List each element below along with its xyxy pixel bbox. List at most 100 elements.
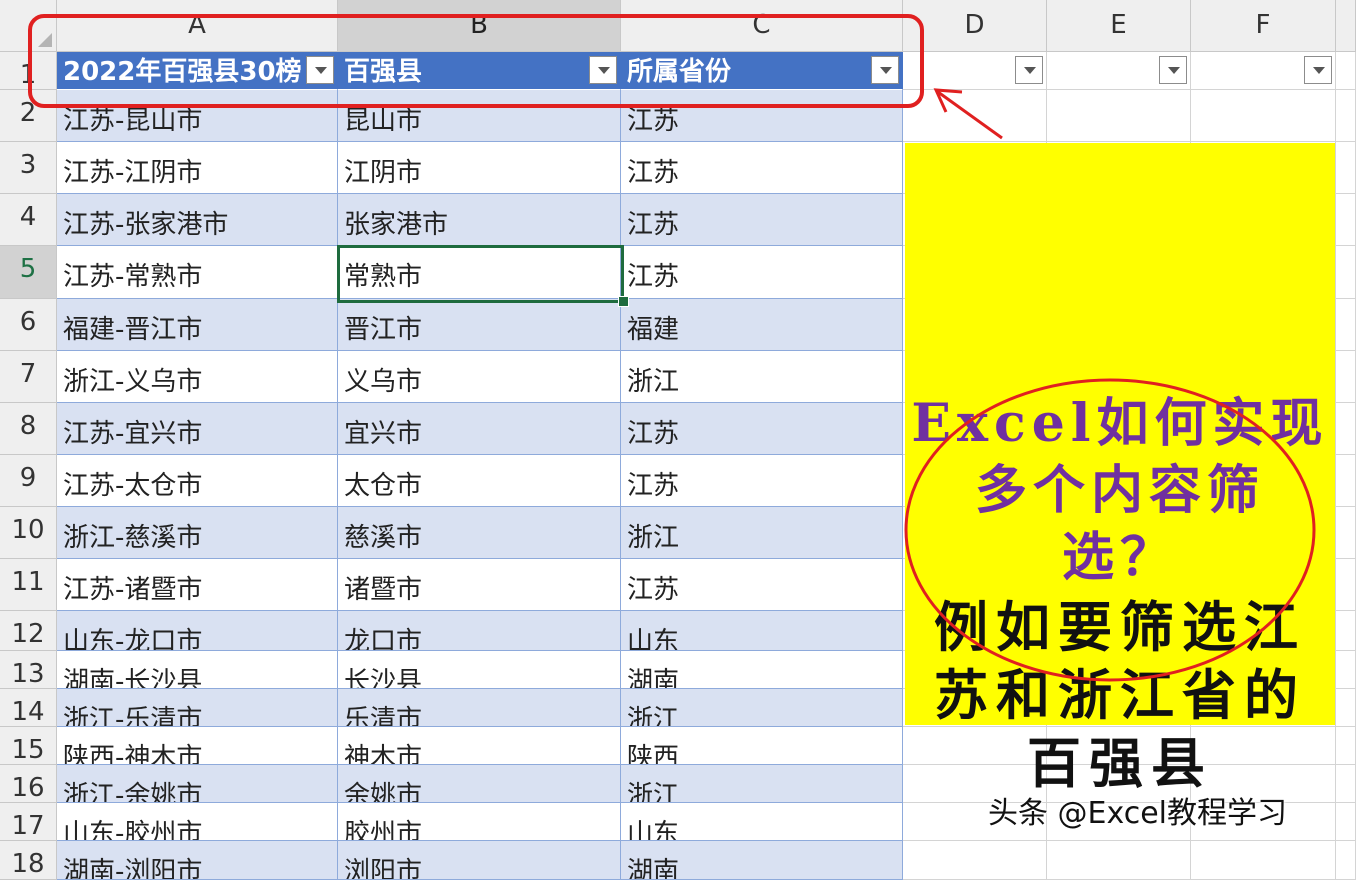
- column-header-a[interactable]: A: [57, 0, 338, 52]
- row-header[interactable]: 7: [0, 351, 57, 403]
- table-cell[interactable]: 湖南: [621, 651, 903, 689]
- row-header[interactable]: 6: [0, 299, 57, 351]
- row-header[interactable]: 4: [0, 194, 57, 246]
- empty-cell[interactable]: [1336, 142, 1356, 194]
- table-cell[interactable]: 山东-龙口市: [57, 611, 338, 651]
- table-cell[interactable]: 江苏-宜兴市: [57, 403, 338, 455]
- empty-cell[interactable]: [1047, 841, 1191, 880]
- table-cell[interactable]: 湖南-浏阳市: [57, 841, 338, 880]
- row-header[interactable]: 13: [0, 651, 57, 689]
- table-cell[interactable]: 浙江: [621, 507, 903, 559]
- table-header-cell[interactable]: 2022年百强县30榜: [57, 52, 338, 90]
- empty-cell[interactable]: [1336, 651, 1356, 689]
- empty-cell[interactable]: [1336, 841, 1356, 880]
- empty-header-cell[interactable]: [903, 52, 1047, 90]
- table-cell[interactable]: 江苏-常熟市: [57, 246, 338, 299]
- empty-cell[interactable]: [1336, 507, 1356, 559]
- table-cell[interactable]: 湖南-长沙县: [57, 651, 338, 689]
- table-cell[interactable]: 江苏-张家港市: [57, 194, 338, 246]
- fill-handle[interactable]: [618, 296, 629, 307]
- row-header[interactable]: 18: [0, 841, 57, 880]
- table-cell[interactable]: 晋江市: [338, 299, 621, 351]
- empty-cell[interactable]: [1336, 765, 1356, 803]
- empty-cell[interactable]: [1336, 403, 1356, 455]
- table-cell[interactable]: 龙口市: [338, 611, 621, 651]
- filter-dropdown-button[interactable]: [306, 56, 334, 84]
- empty-cell[interactable]: [1336, 52, 1356, 90]
- empty-cell[interactable]: [1336, 351, 1356, 403]
- table-cell[interactable]: 江阴市: [338, 142, 621, 194]
- table-cell[interactable]: 江苏: [621, 194, 903, 246]
- table-cell[interactable]: 江苏: [621, 455, 903, 507]
- table-cell[interactable]: 江苏-诸暨市: [57, 559, 338, 611]
- filter-dropdown-button[interactable]: [1304, 56, 1332, 84]
- empty-cell[interactable]: [903, 841, 1047, 880]
- filter-dropdown-button[interactable]: [871, 56, 899, 84]
- row-header[interactable]: 12: [0, 611, 57, 651]
- empty-cell[interactable]: [1336, 246, 1356, 299]
- empty-cell[interactable]: [1336, 299, 1356, 351]
- row-header[interactable]: 10: [0, 507, 57, 559]
- row-header[interactable]: 2: [0, 90, 57, 142]
- table-cell[interactable]: 江苏: [621, 403, 903, 455]
- column-header-c[interactable]: C: [621, 0, 903, 52]
- table-cell[interactable]: 江苏-太仓市: [57, 455, 338, 507]
- row-header[interactable]: 17: [0, 803, 57, 841]
- table-cell[interactable]: 福建-晋江市: [57, 299, 338, 351]
- table-cell[interactable]: 义乌市: [338, 351, 621, 403]
- empty-cell[interactable]: [1336, 803, 1356, 841]
- table-cell[interactable]: 诸暨市: [338, 559, 621, 611]
- filter-dropdown-button[interactable]: [589, 56, 617, 84]
- row-header[interactable]: 5: [0, 246, 57, 299]
- table-cell[interactable]: 江苏: [621, 559, 903, 611]
- empty-cell[interactable]: [1191, 90, 1336, 142]
- filter-dropdown-button[interactable]: [1015, 56, 1043, 84]
- table-cell[interactable]: 浏阳市: [338, 841, 621, 880]
- column-header-f[interactable]: F: [1191, 0, 1336, 52]
- row-header[interactable]: 3: [0, 142, 57, 194]
- empty-cell[interactable]: [1047, 90, 1191, 142]
- table-cell[interactable]: 山东: [621, 611, 903, 651]
- table-cell[interactable]: 湖南: [621, 841, 903, 880]
- active-cell-selection[interactable]: [337, 245, 624, 303]
- table-cell[interactable]: 乐清市: [338, 689, 621, 727]
- table-cell[interactable]: 宜兴市: [338, 403, 621, 455]
- empty-cell[interactable]: [1336, 611, 1356, 651]
- table-header-cell[interactable]: 百强县: [338, 52, 621, 90]
- table-header-cell[interactable]: 所属省份: [621, 52, 903, 90]
- row-header[interactable]: 15: [0, 727, 57, 765]
- table-cell[interactable]: 浙江-义乌市: [57, 351, 338, 403]
- table-cell[interactable]: 江苏-江阴市: [57, 142, 338, 194]
- filter-dropdown-button[interactable]: [1159, 56, 1187, 84]
- row-header[interactable]: 1: [0, 52, 57, 90]
- table-cell[interactable]: 江苏: [621, 142, 903, 194]
- table-cell[interactable]: 长沙县: [338, 651, 621, 689]
- table-cell[interactable]: 昆山市: [338, 90, 621, 142]
- table-cell[interactable]: 陕西-神木市: [57, 727, 338, 765]
- empty-cell[interactable]: [1336, 727, 1356, 765]
- row-header[interactable]: 9: [0, 455, 57, 507]
- select-all-corner[interactable]: [0, 0, 57, 52]
- row-header[interactable]: 16: [0, 765, 57, 803]
- column-header-e[interactable]: E: [1047, 0, 1191, 52]
- table-cell[interactable]: 浙江-乐清市: [57, 689, 338, 727]
- table-cell[interactable]: 余姚市: [338, 765, 621, 803]
- table-cell[interactable]: 江苏: [621, 90, 903, 142]
- row-header[interactable]: 14: [0, 689, 57, 727]
- table-cell[interactable]: 江苏-昆山市: [57, 90, 338, 142]
- empty-cell[interactable]: [1336, 90, 1356, 142]
- empty-cell[interactable]: [1191, 841, 1336, 880]
- table-cell[interactable]: 浙江: [621, 351, 903, 403]
- row-header[interactable]: 11: [0, 559, 57, 611]
- table-cell[interactable]: 神木市: [338, 727, 621, 765]
- table-cell[interactable]: 福建: [621, 299, 903, 351]
- empty-cell[interactable]: [1336, 455, 1356, 507]
- table-cell[interactable]: 山东-胶州市: [57, 803, 338, 841]
- table-cell[interactable]: 山东: [621, 803, 903, 841]
- empty-header-cell[interactable]: [1047, 52, 1191, 90]
- column-header-d[interactable]: D: [903, 0, 1047, 52]
- empty-cell[interactable]: [903, 90, 1047, 142]
- table-cell[interactable]: 浙江: [621, 689, 903, 727]
- table-cell[interactable]: 浙江-余姚市: [57, 765, 338, 803]
- empty-cell[interactable]: [1336, 689, 1356, 727]
